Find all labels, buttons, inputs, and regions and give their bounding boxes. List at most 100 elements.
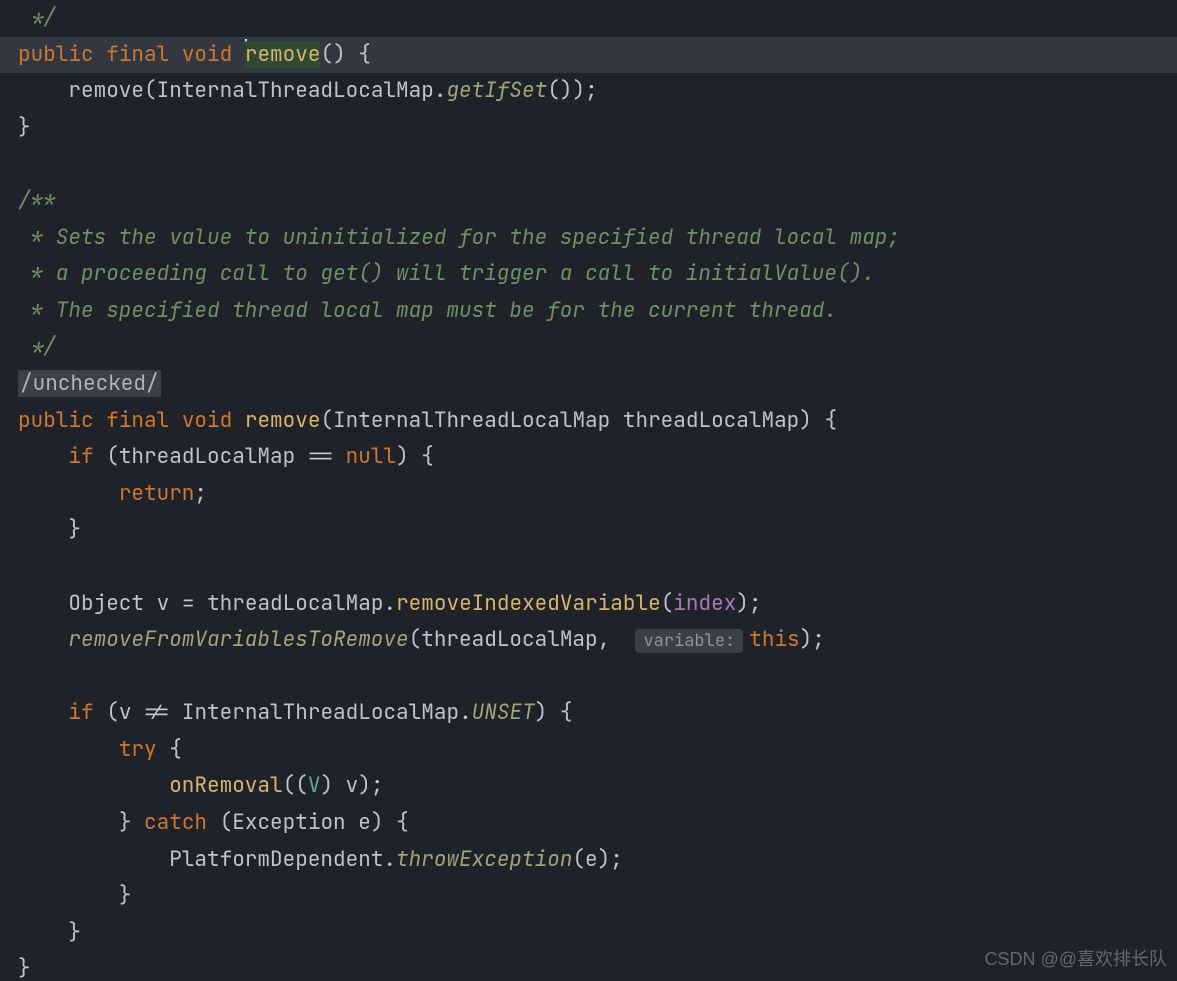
code-line: public final void remove(InternalThreadL… (18, 403, 1177, 440)
punct: ( (409, 626, 422, 653)
code-line: PlatformDependent.throwException(e); (18, 842, 1177, 879)
call: remove (68, 77, 144, 104)
null-keyword: null (346, 443, 396, 470)
comment-text: * Sets the value to uninitialized for th… (18, 224, 900, 251)
punct: . (459, 699, 472, 726)
code-line: return; (18, 476, 1177, 513)
code-line: } (18, 878, 1177, 915)
op: = (182, 590, 195, 617)
code-line-highlighted: public final void remove() { (0, 37, 1177, 74)
static-call: throwException (396, 846, 572, 873)
const: UNSET (472, 699, 535, 726)
arg: threadLocalMap (421, 626, 597, 653)
brace: } (68, 919, 81, 946)
punct: ) (800, 626, 813, 653)
punct: ) (396, 443, 409, 470)
code-line: removeFromVariablesToRemove(threadLocalM… (18, 622, 1177, 659)
ex-name: e (358, 809, 371, 836)
punct: ) (736, 590, 749, 617)
arg: e (585, 846, 598, 873)
keyword: public (18, 407, 94, 434)
code-line: } (18, 110, 1177, 147)
code-line: */ (18, 0, 1177, 37)
keyword: void (182, 41, 232, 68)
brace: { (169, 736, 182, 763)
type: InternalThreadLocalMap (157, 77, 434, 104)
punct: . (383, 590, 396, 617)
punct: () (547, 77, 572, 104)
punct: ) (572, 77, 585, 104)
code-line: * a proceeding call to get() will trigge… (18, 256, 1177, 293)
code-editor[interactable]: */ public final void remove() { remove(I… (0, 0, 1177, 981)
punct: ) (799, 407, 812, 434)
keyword: if (68, 699, 93, 726)
keyword: catch (144, 809, 207, 836)
static-call: getIfSet (446, 77, 547, 104)
semi: ; (371, 772, 384, 799)
keyword: try (119, 736, 157, 763)
code-line: onRemoval((V) v); (18, 768, 1177, 805)
keyword: void (182, 407, 232, 434)
brace: } (68, 516, 81, 543)
arg: index (673, 590, 736, 617)
brace: { (421, 443, 434, 470)
punct: ( (106, 443, 119, 470)
punct: ( (572, 846, 585, 873)
comment-text: * a proceeding call to get() will trigge… (18, 260, 875, 287)
brace: } (18, 955, 31, 981)
watermark-text: CSDN @@喜欢排长队 (984, 944, 1167, 976)
op: != (144, 699, 169, 726)
punct: ( (106, 699, 119, 726)
code-line: */ (18, 329, 1177, 366)
keyword: public (18, 41, 94, 68)
code-line: } catch (Exception e) { (18, 805, 1177, 842)
punct: ( (295, 772, 308, 799)
comment-text: */ (18, 4, 56, 31)
op: == (308, 443, 333, 470)
param-name: threadLocalMap (623, 407, 799, 434)
blank-line (18, 146, 1177, 183)
var: v (157, 590, 170, 617)
this-keyword: this (749, 626, 799, 653)
brace: { (560, 699, 573, 726)
code-line: /** (18, 183, 1177, 220)
brace: } (18, 114, 31, 141)
punct: ) (598, 846, 611, 873)
type: PlatformDependent (169, 846, 383, 873)
semi: ; (194, 480, 207, 507)
inlay-hint: variable: (635, 629, 743, 653)
punct: ( (220, 809, 233, 836)
var: v (119, 699, 132, 726)
code-line: remove(InternalThreadLocalMap.getIfSet()… (18, 73, 1177, 110)
method-call: onRemoval (169, 772, 282, 799)
param-type: InternalThreadLocalMap (333, 407, 610, 434)
comment-text: * The specified thread local map must be… (18, 297, 837, 324)
comma: , (598, 626, 611, 653)
punct: ( (283, 772, 296, 799)
brace: { (358, 41, 371, 68)
code-line: } (18, 512, 1177, 549)
punct: . (434, 77, 447, 104)
code-line: if (threadLocalMap == null) { (18, 439, 1177, 476)
type: Object (68, 590, 144, 617)
punct: ( (320, 407, 333, 434)
generic-type: V (308, 772, 321, 799)
ex-type: Exception (232, 809, 345, 836)
keyword: final (106, 407, 169, 434)
var: v (346, 772, 359, 799)
code-line: try { (18, 732, 1177, 769)
keyword: if (68, 443, 93, 470)
punct: ( (144, 77, 157, 104)
obj: threadLocalMap (207, 590, 383, 617)
comment-close: */ (18, 333, 56, 360)
blank-line (18, 659, 1177, 696)
comment-open: /** (18, 187, 56, 214)
brace: } (119, 882, 132, 909)
brace: { (825, 407, 838, 434)
punct: ( (661, 590, 674, 617)
fold-marker[interactable]: /unchecked/ (18, 370, 161, 397)
punct: ) (371, 809, 384, 836)
code-line: * The specified thread local map must be… (18, 293, 1177, 330)
function-name: remove (245, 41, 321, 68)
semi: ; (610, 846, 623, 873)
